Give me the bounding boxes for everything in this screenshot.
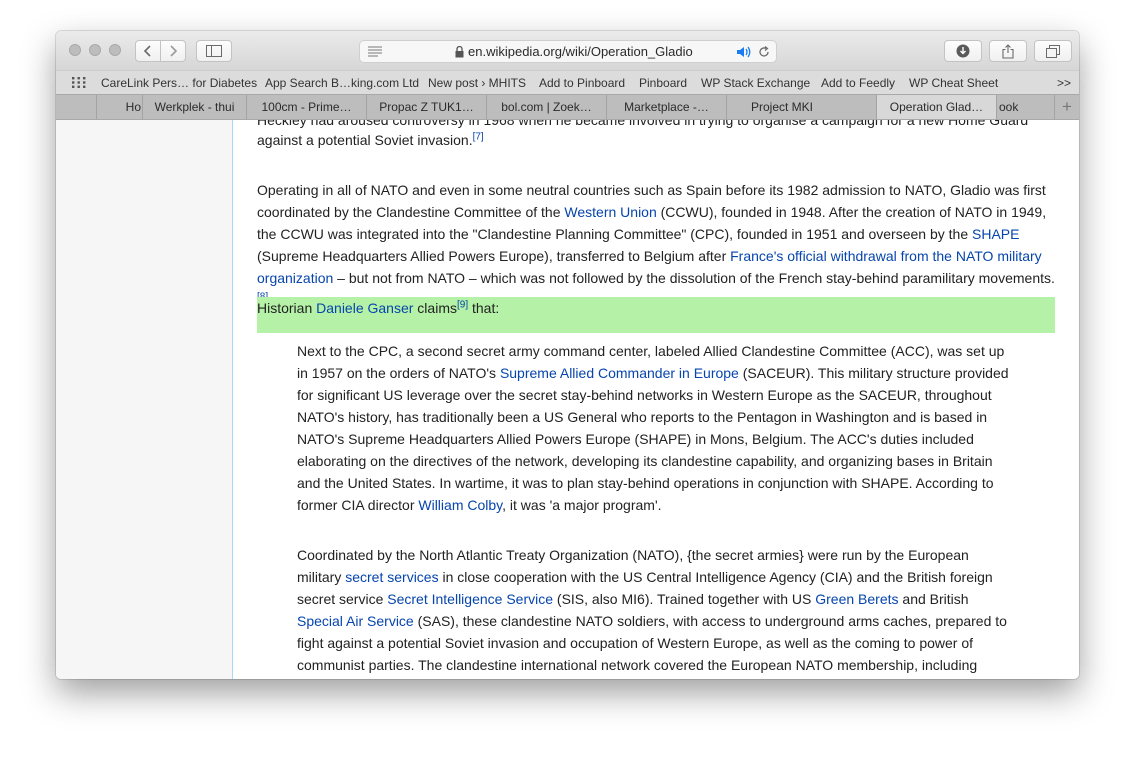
zoom-window-button[interactable] — [109, 44, 121, 56]
tab-label: Project MKI — [751, 100, 814, 114]
paragraph-text: claims — [413, 300, 457, 316]
address-bar[interactable]: en.wikipedia.org/wiki/Operation_Gladio — [359, 40, 777, 63]
favorite-new-post-mhits[interactable]: New post › MHITS — [428, 76, 526, 90]
show-all-tabs-button[interactable] — [1034, 40, 1072, 62]
tab-label: Propac Z TUK1… — [379, 100, 474, 114]
quote-text: and British — [898, 591, 969, 607]
blockquote-1: Next to the CPC, a second secret army co… — [297, 340, 1017, 516]
tab-label: ook — [999, 100, 1019, 114]
tab-label: Operation Glad… — [889, 100, 984, 114]
tab-item[interactable]: ook — [996, 95, 1054, 119]
quote-text: (SIS, also MI6). Trained together with U… — [553, 591, 816, 607]
favorites-bar: CareLink Pers… for Diabetes App Search B… — [56, 70, 1079, 94]
tab-label: Ho — [125, 100, 141, 114]
western-union-link[interactable]: Western Union — [564, 204, 656, 220]
favorite-wp-cheat-sheet[interactable]: WP Cheat Sheet — [909, 76, 998, 90]
secret-intelligence-service-link[interactable]: Secret Intelligence Service — [387, 591, 553, 607]
tab-item[interactable]: Ho — [96, 95, 142, 119]
article-paragraph-1: Operating in all of NATO and even in som… — [257, 179, 1057, 311]
favorite-carelink[interactable]: CareLink Pers… for Diabetes — [101, 76, 257, 90]
forward-button[interactable] — [160, 40, 186, 62]
share-button[interactable] — [989, 40, 1027, 62]
paragraph-text: (Supreme Headquarters Allied Powers Euro… — [257, 248, 731, 264]
special-air-service-link[interactable]: Special Air Service — [297, 613, 414, 629]
secret-services-link[interactable]: secret services — [345, 569, 438, 585]
paragraph-text: – but not from NATO – which was not foll… — [333, 270, 1055, 286]
daniele-ganser-link[interactable]: Daniele Ganser — [316, 300, 413, 316]
favorite-app-search[interactable]: App Search B…king.com Ltd — [265, 76, 419, 90]
chevron-left-icon — [143, 45, 151, 57]
quote-text: (SACEUR). This military structure provid… — [297, 365, 1009, 513]
sidebar-toggle-button[interactable] — [196, 40, 232, 62]
tab-bar: Ho Werkplek - thui 100cm - Prime… Propac… — [56, 94, 1079, 120]
new-tab-button[interactable]: + — [1054, 95, 1079, 119]
tabs-overview-icon — [1046, 44, 1060, 58]
share-icon — [1002, 43, 1014, 59]
minimize-window-button[interactable] — [89, 44, 101, 56]
close-window-button[interactable] — [69, 44, 81, 56]
tab-item[interactable]: Werkplek - thui — [142, 95, 246, 119]
tab-label: Werkplek - thui — [154, 100, 235, 114]
quote-text: , it was 'a major program'. — [502, 497, 662, 513]
article-paragraph-2: Historian Daniele Ganser claims[9] that: — [257, 297, 1057, 319]
favorite-add-to-pinboard[interactable]: Add to Pinboard — [539, 76, 625, 90]
paragraph-text: Historian — [257, 300, 317, 316]
url-text: en.wikipedia.org/wiki/Operation_Gladio — [468, 44, 693, 59]
paragraph-text: against a potential Soviet invasion. — [257, 132, 473, 148]
chevron-right-icon — [170, 45, 178, 57]
blockquote-2: Coordinated by the North Atlantic Treaty… — [297, 544, 1017, 676]
tab-item[interactable]: 100cm - Prime… — [246, 95, 366, 119]
tab-item[interactable]: Propac Z TUK1… — [366, 95, 486, 119]
reference-link[interactable]: [7] — [473, 131, 484, 142]
saceur-link[interactable]: Supreme Allied Commander in Europe — [500, 365, 739, 381]
download-icon — [956, 44, 970, 58]
tab-item[interactable]: Marketplace -… — [606, 95, 726, 119]
browser-toolbar: en.wikipedia.org/wiki/Operation_Gladio — [56, 31, 1079, 70]
tab-label: Marketplace -… — [624, 100, 709, 114]
grid-apps-icon[interactable] — [72, 77, 86, 88]
reference-link[interactable]: [9] — [457, 299, 468, 310]
favorites-overflow-button[interactable]: >> — [1057, 76, 1071, 90]
favorite-add-to-feedly[interactable]: Add to Feedly — [821, 76, 895, 90]
audio-speaker-icon[interactable] — [736, 46, 752, 58]
william-colby-link[interactable]: William Colby — [418, 497, 502, 513]
tab-item[interactable]: Project MKI — [726, 95, 876, 119]
paragraph-text: that: — [468, 300, 500, 316]
tab-label: bol.com | Zoek… — [501, 100, 592, 114]
green-berets-link[interactable]: Green Berets — [815, 591, 898, 607]
shape-link[interactable]: SHAPE — [972, 226, 1019, 242]
lock-icon — [455, 46, 464, 58]
tab-label: 100cm - Prime… — [261, 100, 352, 114]
reader-view-icon[interactable] — [368, 46, 382, 57]
sidebar-icon — [206, 45, 222, 57]
tab-item-active[interactable]: Operation Glad… — [876, 95, 996, 119]
favorite-wp-stack-exchange[interactable]: WP Stack Exchange — [701, 76, 810, 90]
article-paragraph-0: against a potential Soviet invasion.[7] — [257, 129, 1057, 151]
wikipedia-sidebar — [56, 120, 233, 679]
back-button[interactable] — [135, 40, 161, 62]
downloads-button[interactable] — [944, 40, 982, 62]
tab-item[interactable]: bol.com | Zoek… — [486, 95, 606, 119]
reload-icon[interactable] — [758, 46, 770, 58]
page-content: Heckley had aroused controversy in 1968 … — [56, 120, 1079, 679]
favorite-pinboard[interactable]: Pinboard — [639, 76, 687, 90]
browser-window: en.wikipedia.org/wiki/Operation_Gladio C… — [56, 31, 1079, 679]
